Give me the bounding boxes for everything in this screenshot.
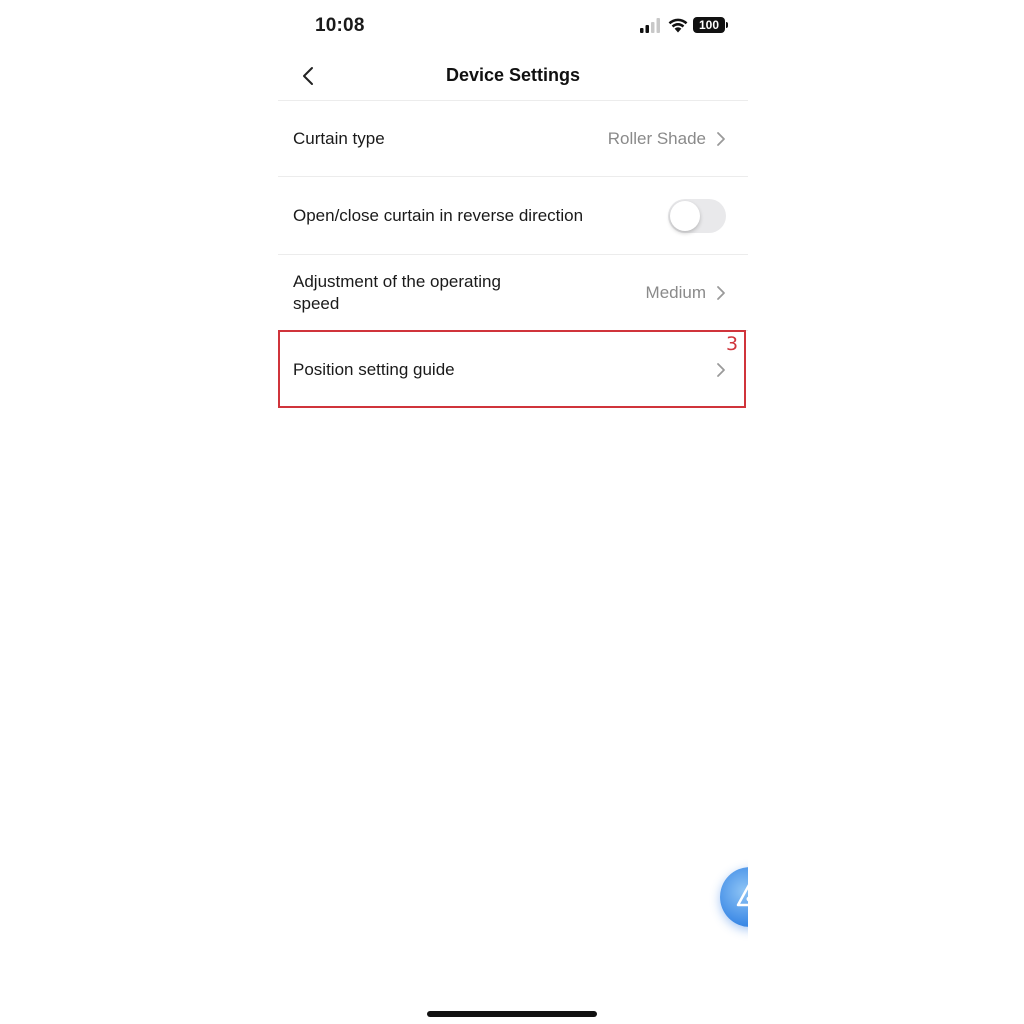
battery-icon: 100 [693, 17, 728, 33]
setting-row-operating-speed[interactable]: Adjustment of the operating speed Medium [278, 255, 748, 331]
highlight-number: 3 [726, 333, 739, 355]
setting-value: Medium [645, 282, 706, 302]
chevron-right-icon [717, 363, 725, 377]
setting-row-reverse-direction: Open/close curtain in reverse direction [278, 177, 748, 255]
setting-label: Curtain type [293, 128, 385, 148]
chevron-right-icon [717, 285, 725, 300]
setting-value-group: Medium [646, 283, 726, 303]
setting-row-position-guide[interactable]: Position setting guide [278, 331, 748, 409]
assistant-icon [736, 884, 748, 907]
home-indicator [427, 1011, 597, 1017]
phone-screen: 10:08 100 Device Settings Curtain type R… [278, 0, 748, 1024]
setting-label: Position setting guide [293, 360, 455, 379]
chevron-right-icon [717, 131, 725, 146]
page-title: Device Settings [445, 65, 581, 85]
setting-label: Adjustment of the operating speed [293, 271, 501, 313]
setting-value: Roller Shade [607, 128, 706, 148]
setting-label: Open/close curtain in reverse direction [293, 205, 584, 225]
assistant-button[interactable] [720, 867, 748, 927]
setting-value-group [716, 362, 726, 378]
status-time: 10:08 [315, 15, 365, 36]
status-bar: 10:08 100 [278, 0, 748, 52]
setting-row-curtain-type[interactable]: Curtain type Roller Shade [278, 101, 748, 177]
setting-value-group: Roller Shade [608, 129, 726, 149]
toggle-knob [670, 200, 700, 231]
nav-bar: Device Settings [278, 52, 748, 101]
reverse-direction-toggle[interactable] [668, 198, 726, 233]
settings-list: Curtain type Roller Shade Open/close cur… [278, 101, 748, 409]
wifi-icon [668, 18, 688, 33]
signal-icon [640, 18, 660, 33]
